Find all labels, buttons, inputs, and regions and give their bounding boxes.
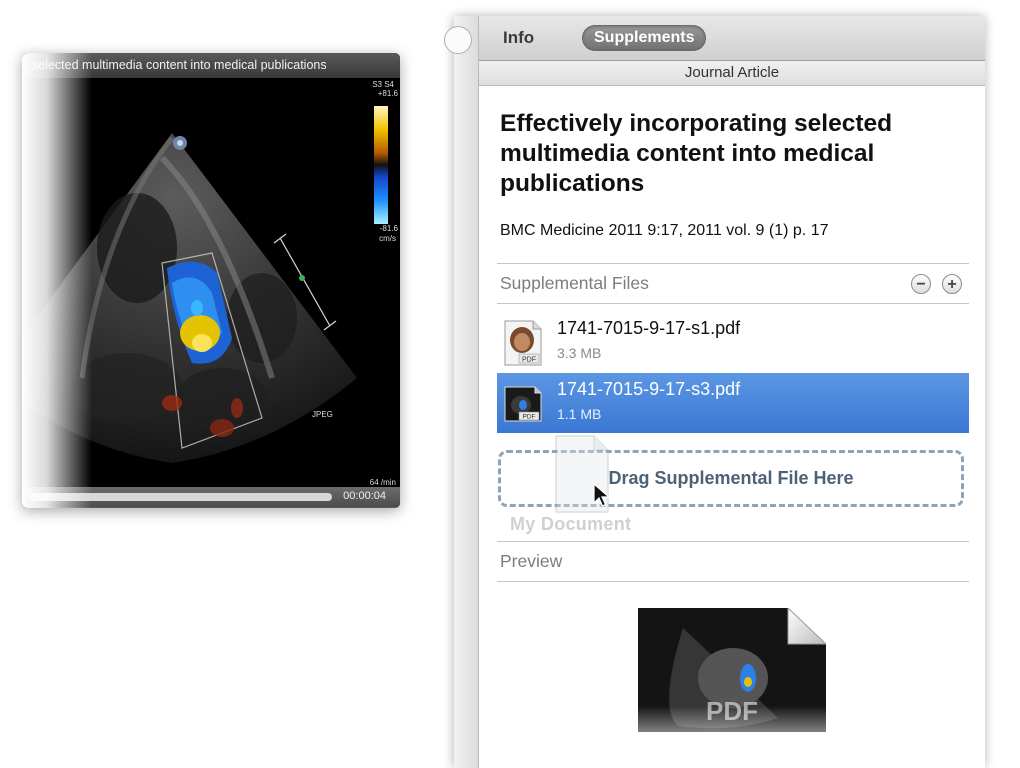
tab-info[interactable]: Info <box>497 25 540 51</box>
file-name: 1741-7015-9-17-s1.pdf <box>557 318 741 338</box>
scale-min-label: -81.6 <box>379 224 398 233</box>
scrubber-track[interactable] <box>30 493 332 501</box>
format-label: JPEG <box>312 410 333 419</box>
pointer-cursor-icon <box>593 483 611 507</box>
tab-bar: Info Supplements <box>479 16 985 61</box>
file-row-selected[interactable]: PDF 1741-7015-9-17-s3.pdf 1.1 MB <box>497 373 969 433</box>
pane-edge-knob[interactable] <box>444 26 472 54</box>
scrubber-bar[interactable]: 00:00:04 <box>22 487 400 507</box>
pdf-badge: PDF <box>523 414 536 421</box>
scale-top-label: S3 S4 <box>372 80 394 89</box>
divider <box>497 263 969 264</box>
article-title: Effectively incorporating selected multi… <box>500 110 893 197</box>
video-player[interactable]: selected multimedia content into medical… <box>22 53 400 508</box>
player-title: selected multimedia content into medical… <box>22 53 400 78</box>
pdf-file-icon: PDF <box>504 320 542 366</box>
pane-edge-strip <box>454 16 479 768</box>
document-type-header: Journal Article <box>479 61 985 86</box>
player-controls <box>22 507 400 508</box>
preview-label: Preview <box>500 551 563 571</box>
supplemental-files-label: Supplemental Files <box>500 273 649 293</box>
tab-supplements[interactable]: Supplements <box>582 25 707 51</box>
file-row[interactable]: PDF 1741-7015-9-17-s1.pdf 3.3 MB <box>497 312 969 372</box>
article-citation: BMC Medicine 2011 9:17, 2011 vol. 9 (1) … <box>500 222 829 239</box>
file-name: 1741-7015-9-17-s3.pdf <box>557 379 741 399</box>
scale-unit-label: cm/s <box>379 234 396 243</box>
divider <box>497 581 969 582</box>
supplements-pane: Info Supplements Journal Article Effecti… <box>444 16 985 768</box>
divider <box>497 303 969 304</box>
divider <box>497 541 969 542</box>
file-size: 3.3 MB <box>557 345 602 361</box>
pdf-file-icon: PDF <box>504 386 542 422</box>
dragged-document-caption: My Document <box>510 514 632 534</box>
timecode: 00:00:04 <box>343 490 386 502</box>
pane-bottom-fade <box>479 706 985 768</box>
add-file-button[interactable]: + <box>942 274 962 294</box>
scale-max-label: +81.6 <box>377 89 398 98</box>
remove-file-button[interactable]: − <box>911 274 931 294</box>
echocardiogram-video[interactable]: S3 S4 +81.6 -81.6 cm/s JPEG 64 /min <box>22 78 400 487</box>
ultrasound-frame <box>22 106 388 463</box>
pdf-badge: PDF <box>522 357 536 364</box>
file-size: 1.1 MB <box>557 406 602 422</box>
rate-label: 64 /min <box>369 478 396 487</box>
